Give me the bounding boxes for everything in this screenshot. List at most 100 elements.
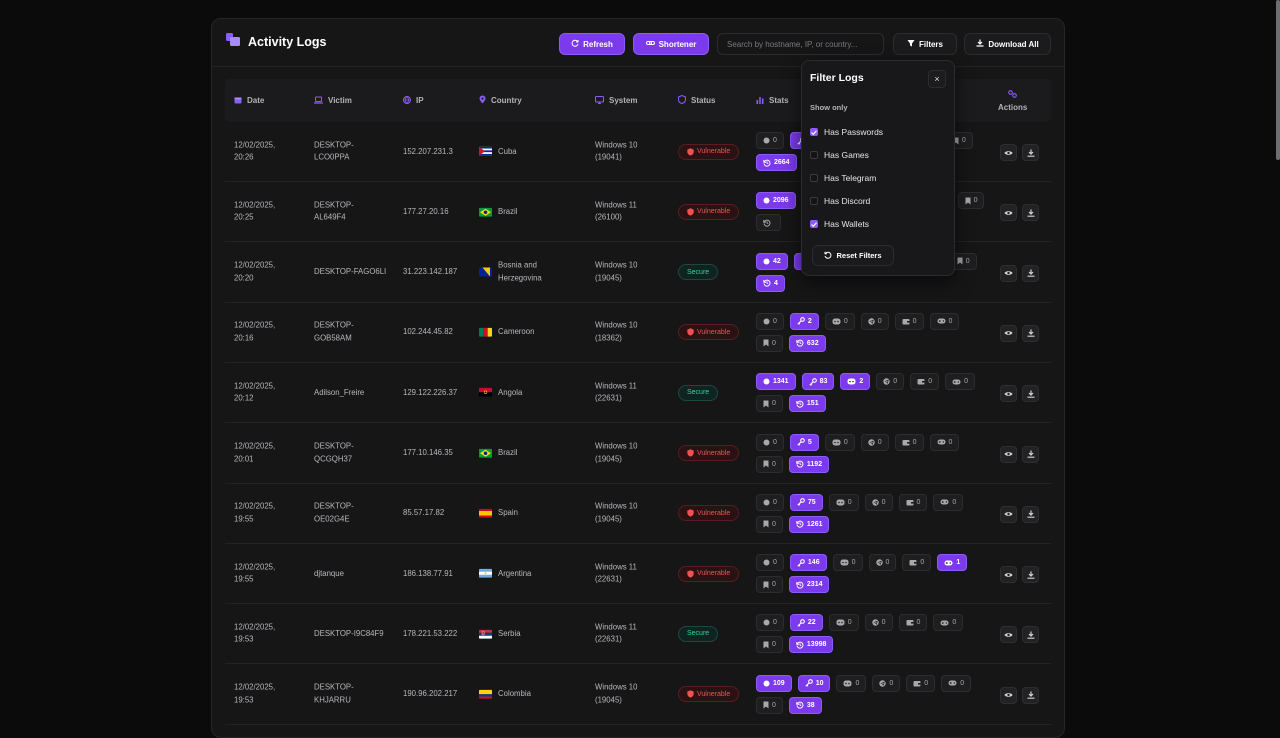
stat-chip-circle[interactable]: 2096 xyxy=(756,192,796,210)
stat-chip-history[interactable]: 2664 xyxy=(756,154,797,171)
filter-option[interactable]: Has Telegram xyxy=(810,173,876,183)
stat-chip-bookmark[interactable]: 0 xyxy=(756,696,783,714)
stat-chip-key[interactable]: 146 xyxy=(789,554,827,572)
download-button[interactable] xyxy=(1022,324,1039,342)
stat-chip-history[interactable]: 1261 xyxy=(788,515,830,533)
stat-chip-tg[interactable]: 0 xyxy=(876,373,905,391)
stat-chip-history[interactable]: 151 xyxy=(788,395,826,413)
stat-chip-history[interactable]: 38 xyxy=(788,696,822,714)
search-input[interactable] xyxy=(717,33,884,55)
stat-chip-tg[interactable]: 0 xyxy=(868,554,897,572)
close-icon[interactable]: × xyxy=(928,70,946,88)
stat-chip-key[interactable]: 5 xyxy=(789,433,819,451)
col-stats[interactable]: Stats xyxy=(756,79,789,122)
checkbox[interactable] xyxy=(810,128,818,136)
col-system[interactable]: System xyxy=(595,79,637,122)
stat-chip-discord[interactable]: 0 xyxy=(828,493,859,511)
stat-chip-key[interactable]: 2 xyxy=(789,312,819,330)
stat-chip-circle[interactable]: 0 xyxy=(756,132,784,149)
stat-chip-discord[interactable]: 2 xyxy=(840,373,871,391)
view-button[interactable] xyxy=(1000,505,1017,523)
stat-chip-discord[interactable]: 0 xyxy=(828,614,859,632)
stat-chip-game[interactable]: 0 xyxy=(933,614,964,632)
stat-chip-wallet[interactable]: 0 xyxy=(898,614,928,632)
filters-button[interactable]: Filters xyxy=(893,33,957,55)
stat-chip-tg[interactable]: 0 xyxy=(860,312,889,330)
col-victim[interactable]: Victim xyxy=(314,79,352,122)
download-button[interactable] xyxy=(1022,204,1039,222)
stat-chip-game[interactable]: 0 xyxy=(941,674,972,692)
download-button[interactable] xyxy=(1022,385,1039,403)
stat-chip-tg[interactable]: 0 xyxy=(872,674,901,692)
stat-chip-bookmark[interactable]: 0 xyxy=(756,395,783,413)
reset-filters-button[interactable]: Reset Filters xyxy=(812,245,894,266)
stat-chip-discord[interactable]: 0 xyxy=(824,312,855,330)
stat-chip-bookmark[interactable]: 0 xyxy=(756,515,783,533)
view-button[interactable] xyxy=(1000,566,1017,584)
download-button[interactable] xyxy=(1022,144,1039,161)
stat-chip-circle[interactable]: 0 xyxy=(756,493,784,511)
checkbox[interactable] xyxy=(810,174,818,182)
stat-chip-tg[interactable]: 0 xyxy=(860,433,889,451)
view-button[interactable] xyxy=(1000,264,1017,282)
stat-chip-bookmark[interactable]: 0 xyxy=(957,192,985,210)
stat-chip-key[interactable]: 83 xyxy=(801,373,835,391)
col-status[interactable]: Status xyxy=(678,79,715,122)
checkbox[interactable] xyxy=(810,220,818,228)
filter-option[interactable]: Has Wallets xyxy=(810,219,869,229)
col-actions[interactable]: Actions xyxy=(998,79,1027,122)
download-button[interactable] xyxy=(1022,566,1039,584)
view-button[interactable] xyxy=(1000,686,1017,704)
view-button[interactable] xyxy=(1000,445,1017,463)
table-row[interactable]: 12/02/2025, 19:53 DESKTOP-I9C84F9 178.221… xyxy=(225,604,1051,665)
table-row[interactable]: 12/02/2025, 20:01 DESKTOP- QCGQH37 177.10.… xyxy=(225,424,1051,484)
stat-chip-wallet[interactable]: 0 xyxy=(906,674,936,692)
stat-chip-history[interactable] xyxy=(756,214,781,232)
stat-chip-bookmark[interactable]: 0 xyxy=(756,334,783,352)
stat-chip-tg[interactable]: 0 xyxy=(864,493,893,511)
stat-chip-game[interactable]: 0 xyxy=(929,433,960,451)
stat-chip-game[interactable]: 0 xyxy=(933,493,964,511)
stat-chip-wallet[interactable]: 0 xyxy=(894,312,924,330)
stat-chip-key[interactable]: 22 xyxy=(789,614,823,632)
stat-chip-circle[interactable]: 0 xyxy=(756,433,784,451)
download-button[interactable] xyxy=(1022,445,1039,463)
download-button[interactable] xyxy=(1022,264,1039,282)
download-all-button[interactable]: Download All xyxy=(964,33,1051,55)
col-ip[interactable]: IP xyxy=(403,79,424,122)
filter-option[interactable]: Has Passwords xyxy=(810,127,883,137)
stat-chip-circle[interactable]: 0 xyxy=(756,312,784,330)
stat-chip-circle[interactable]: 109 xyxy=(756,674,792,692)
view-button[interactable] xyxy=(1000,144,1017,161)
stat-chip-bookmark[interactable]: 0 xyxy=(756,576,783,594)
stat-chip-tg[interactable]: 0 xyxy=(864,614,893,632)
filter-option[interactable]: Has Games xyxy=(810,150,869,160)
shortener-button[interactable]: Shortener xyxy=(633,33,709,55)
col-country[interactable]: Country xyxy=(479,79,522,122)
stat-chip-circle[interactable]: 0 xyxy=(756,614,784,632)
stat-chip-history[interactable]: 4 xyxy=(756,274,785,292)
stat-chip-key[interactable]: 10 xyxy=(797,674,831,692)
download-button[interactable] xyxy=(1022,505,1039,523)
stat-chip-history[interactable]: 1192 xyxy=(788,455,830,473)
view-button[interactable] xyxy=(1000,204,1017,222)
table-row[interactable]: 12/02/2025, 20:12 Adilson_Freire 129.122.… xyxy=(225,363,1051,424)
view-button[interactable] xyxy=(1000,385,1017,403)
stat-chip-wallet[interactable]: 0 xyxy=(898,493,928,511)
stat-chip-discord[interactable]: 0 xyxy=(832,554,863,572)
stat-chip-game[interactable]: 1 xyxy=(937,554,968,572)
download-button[interactable] xyxy=(1022,686,1039,704)
stat-chip-game[interactable]: 0 xyxy=(929,312,960,330)
table-row[interactable]: 12/02/2025, 19:53 DESKTOP- KHJARRU 190.96.… xyxy=(225,665,1051,725)
table-row[interactable]: 12/02/2025, 20:16 DESKTOP- GOB58AM 102.244… xyxy=(225,303,1051,363)
filter-option[interactable]: Has Discord xyxy=(810,196,870,206)
refresh-button[interactable]: Refresh xyxy=(559,33,625,55)
stat-chip-circle[interactable]: 1341 xyxy=(756,373,796,391)
checkbox[interactable] xyxy=(810,197,818,205)
table-row[interactable]: 12/02/2025, 19:55 DESKTOP- OE02G4E 85.57.1… xyxy=(225,484,1051,544)
view-button[interactable] xyxy=(1000,324,1017,342)
stat-chip-bookmark[interactable]: 0 xyxy=(756,636,783,654)
page-scrollbar[interactable] xyxy=(1276,0,1280,160)
table-row[interactable]: 12/02/2025, 19:55 djtanque 186.138.77.91 … xyxy=(225,544,1051,605)
stat-chip-circle[interactable]: 0 xyxy=(756,554,784,572)
